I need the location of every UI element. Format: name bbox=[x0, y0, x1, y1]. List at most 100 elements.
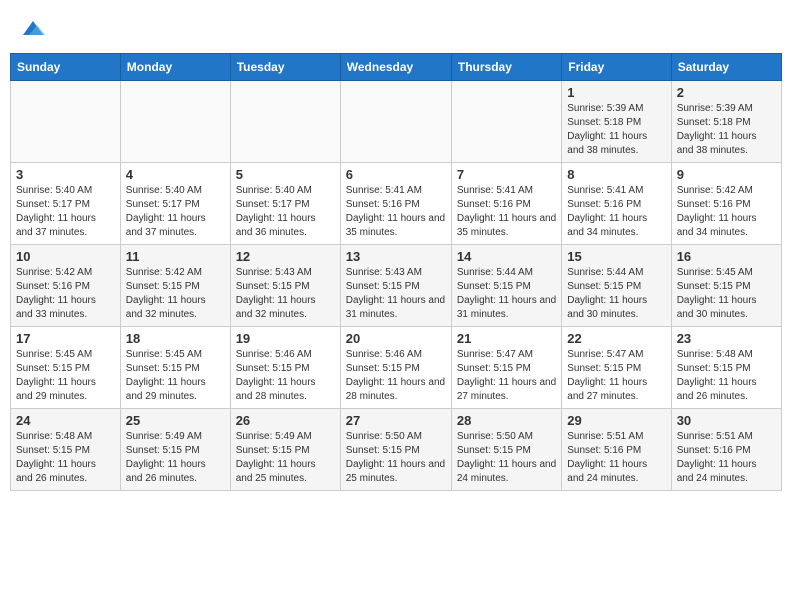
day-number: 17 bbox=[16, 331, 115, 346]
daylight-text: Daylight: 11 hours and 29 minutes. bbox=[126, 377, 206, 402]
sunset-text: Sunset: 5:15 PM bbox=[567, 281, 641, 292]
day-info: Sunrise: 5:40 AM Sunset: 5:17 PM Dayligh… bbox=[126, 184, 225, 240]
sunrise-text: Sunrise: 5:44 AM bbox=[567, 267, 643, 278]
calendar-cell: 2 Sunrise: 5:39 AM Sunset: 5:18 PM Dayli… bbox=[671, 81, 781, 163]
sunrise-text: Sunrise: 5:45 AM bbox=[16, 349, 92, 360]
sunset-text: Sunset: 5:15 PM bbox=[677, 281, 751, 292]
daylight-text: Daylight: 11 hours and 36 minutes. bbox=[236, 213, 316, 238]
calendar-cell: 16 Sunrise: 5:45 AM Sunset: 5:15 PM Dayl… bbox=[671, 245, 781, 327]
sunset-text: Sunset: 5:16 PM bbox=[677, 445, 751, 456]
calendar-cell: 9 Sunrise: 5:42 AM Sunset: 5:16 PM Dayli… bbox=[671, 163, 781, 245]
sunrise-text: Sunrise: 5:46 AM bbox=[236, 349, 312, 360]
sunrise-text: Sunrise: 5:41 AM bbox=[346, 185, 422, 196]
calendar-cell: 19 Sunrise: 5:46 AM Sunset: 5:15 PM Dayl… bbox=[230, 327, 340, 409]
day-number: 21 bbox=[457, 331, 556, 346]
day-number: 12 bbox=[236, 249, 335, 264]
calendar-cell bbox=[11, 81, 121, 163]
day-info: Sunrise: 5:39 AM Sunset: 5:18 PM Dayligh… bbox=[677, 102, 776, 158]
day-number: 24 bbox=[16, 413, 115, 428]
calendar-cell: 30 Sunrise: 5:51 AM Sunset: 5:16 PM Dayl… bbox=[671, 409, 781, 491]
sunrise-text: Sunrise: 5:45 AM bbox=[126, 349, 202, 360]
daylight-text: Daylight: 11 hours and 25 minutes. bbox=[346, 459, 445, 484]
sunset-text: Sunset: 5:15 PM bbox=[457, 281, 531, 292]
day-number: 20 bbox=[346, 331, 446, 346]
day-info: Sunrise: 5:42 AM Sunset: 5:16 PM Dayligh… bbox=[677, 184, 776, 240]
sunset-text: Sunset: 5:15 PM bbox=[567, 363, 641, 374]
sunset-text: Sunset: 5:15 PM bbox=[16, 363, 90, 374]
calendar-cell: 1 Sunrise: 5:39 AM Sunset: 5:18 PM Dayli… bbox=[562, 81, 671, 163]
sunset-text: Sunset: 5:15 PM bbox=[236, 281, 310, 292]
day-info: Sunrise: 5:40 AM Sunset: 5:17 PM Dayligh… bbox=[16, 184, 115, 240]
daylight-text: Daylight: 11 hours and 34 minutes. bbox=[567, 213, 647, 238]
calendar-cell: 13 Sunrise: 5:43 AM Sunset: 5:15 PM Dayl… bbox=[340, 245, 451, 327]
sunset-text: Sunset: 5:15 PM bbox=[677, 363, 751, 374]
day-number: 7 bbox=[457, 167, 556, 182]
day-number: 22 bbox=[567, 331, 665, 346]
day-header-friday: Friday bbox=[562, 54, 671, 81]
sunrise-text: Sunrise: 5:50 AM bbox=[346, 431, 422, 442]
logo bbox=[15, 15, 47, 43]
daylight-text: Daylight: 11 hours and 28 minutes. bbox=[236, 377, 316, 402]
daylight-text: Daylight: 11 hours and 25 minutes. bbox=[236, 459, 316, 484]
calendar-cell: 23 Sunrise: 5:48 AM Sunset: 5:15 PM Dayl… bbox=[671, 327, 781, 409]
day-info: Sunrise: 5:47 AM Sunset: 5:15 PM Dayligh… bbox=[457, 348, 556, 404]
day-number: 8 bbox=[567, 167, 665, 182]
sunset-text: Sunset: 5:18 PM bbox=[567, 117, 641, 128]
calendar-cell: 3 Sunrise: 5:40 AM Sunset: 5:17 PM Dayli… bbox=[11, 163, 121, 245]
calendar-cell: 10 Sunrise: 5:42 AM Sunset: 5:16 PM Dayl… bbox=[11, 245, 121, 327]
day-number: 26 bbox=[236, 413, 335, 428]
day-number: 15 bbox=[567, 249, 665, 264]
sunrise-text: Sunrise: 5:43 AM bbox=[346, 267, 422, 278]
daylight-text: Daylight: 11 hours and 32 minutes. bbox=[126, 295, 206, 320]
sunset-text: Sunset: 5:16 PM bbox=[567, 199, 641, 210]
day-info: Sunrise: 5:40 AM Sunset: 5:17 PM Dayligh… bbox=[236, 184, 335, 240]
sunrise-text: Sunrise: 5:41 AM bbox=[457, 185, 533, 196]
sunset-text: Sunset: 5:16 PM bbox=[457, 199, 531, 210]
sunset-text: Sunset: 5:17 PM bbox=[126, 199, 200, 210]
calendar-week-row: 10 Sunrise: 5:42 AM Sunset: 5:16 PM Dayl… bbox=[11, 245, 782, 327]
day-info: Sunrise: 5:42 AM Sunset: 5:16 PM Dayligh… bbox=[16, 266, 115, 322]
daylight-text: Daylight: 11 hours and 29 minutes. bbox=[16, 377, 96, 402]
sunset-text: Sunset: 5:16 PM bbox=[567, 445, 641, 456]
day-info: Sunrise: 5:49 AM Sunset: 5:15 PM Dayligh… bbox=[236, 430, 335, 486]
calendar-cell bbox=[230, 81, 340, 163]
day-number: 4 bbox=[126, 167, 225, 182]
sunrise-text: Sunrise: 5:45 AM bbox=[677, 267, 753, 278]
daylight-text: Daylight: 11 hours and 38 minutes. bbox=[567, 131, 647, 156]
sunset-text: Sunset: 5:15 PM bbox=[126, 363, 200, 374]
day-number: 1 bbox=[567, 85, 665, 100]
daylight-text: Daylight: 11 hours and 24 minutes. bbox=[567, 459, 647, 484]
calendar-cell: 18 Sunrise: 5:45 AM Sunset: 5:15 PM Dayl… bbox=[120, 327, 230, 409]
daylight-text: Daylight: 11 hours and 26 minutes. bbox=[16, 459, 96, 484]
calendar-cell: 24 Sunrise: 5:48 AM Sunset: 5:15 PM Dayl… bbox=[11, 409, 121, 491]
sunset-text: Sunset: 5:15 PM bbox=[16, 445, 90, 456]
sunrise-text: Sunrise: 5:42 AM bbox=[126, 267, 202, 278]
calendar-cell: 20 Sunrise: 5:46 AM Sunset: 5:15 PM Dayl… bbox=[340, 327, 451, 409]
day-info: Sunrise: 5:51 AM Sunset: 5:16 PM Dayligh… bbox=[677, 430, 776, 486]
calendar-cell: 15 Sunrise: 5:44 AM Sunset: 5:15 PM Dayl… bbox=[562, 245, 671, 327]
daylight-text: Daylight: 11 hours and 26 minutes. bbox=[126, 459, 206, 484]
calendar-cell: 17 Sunrise: 5:45 AM Sunset: 5:15 PM Dayl… bbox=[11, 327, 121, 409]
day-number: 9 bbox=[677, 167, 776, 182]
calendar-week-row: 17 Sunrise: 5:45 AM Sunset: 5:15 PM Dayl… bbox=[11, 327, 782, 409]
sunrise-text: Sunrise: 5:44 AM bbox=[457, 267, 533, 278]
day-number: 27 bbox=[346, 413, 446, 428]
sunrise-text: Sunrise: 5:42 AM bbox=[16, 267, 92, 278]
daylight-text: Daylight: 11 hours and 33 minutes. bbox=[16, 295, 96, 320]
daylight-text: Daylight: 11 hours and 31 minutes. bbox=[346, 295, 445, 320]
day-number: 13 bbox=[346, 249, 446, 264]
calendar-cell: 27 Sunrise: 5:50 AM Sunset: 5:15 PM Dayl… bbox=[340, 409, 451, 491]
calendar-cell: 5 Sunrise: 5:40 AM Sunset: 5:17 PM Dayli… bbox=[230, 163, 340, 245]
sunset-text: Sunset: 5:17 PM bbox=[16, 199, 90, 210]
calendar-cell: 29 Sunrise: 5:51 AM Sunset: 5:16 PM Dayl… bbox=[562, 409, 671, 491]
calendar-cell: 25 Sunrise: 5:49 AM Sunset: 5:15 PM Dayl… bbox=[120, 409, 230, 491]
day-header-monday: Monday bbox=[120, 54, 230, 81]
day-info: Sunrise: 5:50 AM Sunset: 5:15 PM Dayligh… bbox=[346, 430, 446, 486]
daylight-text: Daylight: 11 hours and 37 minutes. bbox=[126, 213, 206, 238]
day-info: Sunrise: 5:45 AM Sunset: 5:15 PM Dayligh… bbox=[16, 348, 115, 404]
sunrise-text: Sunrise: 5:41 AM bbox=[567, 185, 643, 196]
calendar-cell bbox=[340, 81, 451, 163]
daylight-text: Daylight: 11 hours and 35 minutes. bbox=[457, 213, 556, 238]
day-info: Sunrise: 5:48 AM Sunset: 5:15 PM Dayligh… bbox=[16, 430, 115, 486]
day-number: 3 bbox=[16, 167, 115, 182]
